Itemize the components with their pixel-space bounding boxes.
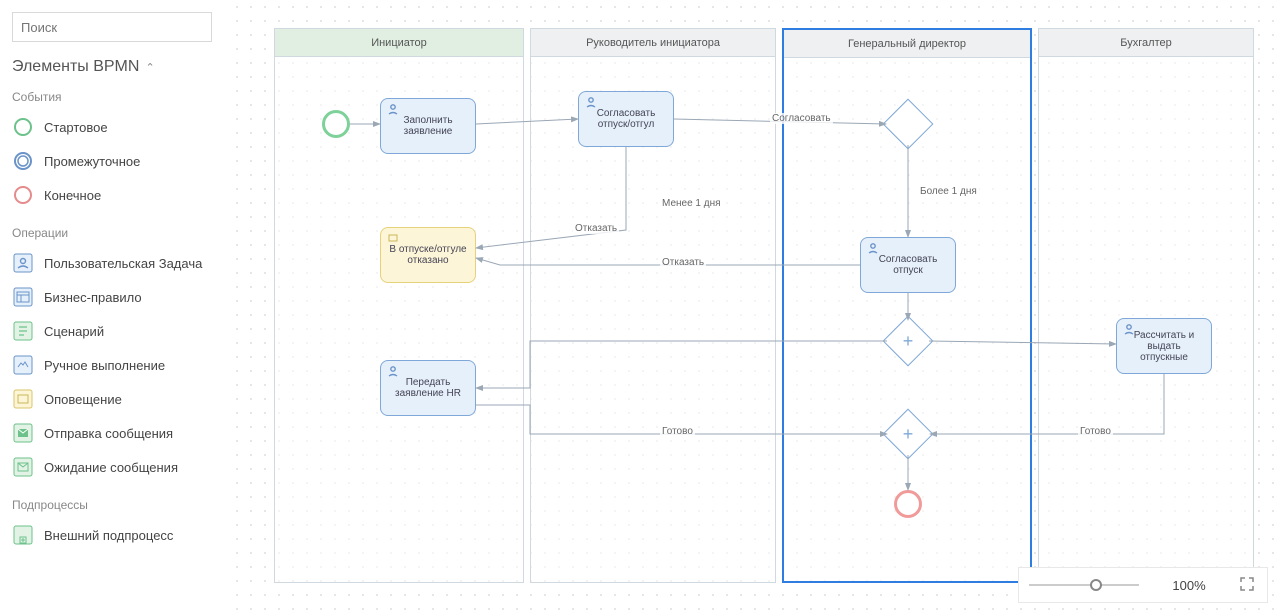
- palette-send-message[interactable]: Отправка сообщения: [12, 416, 218, 450]
- elements-panel-toggle[interactable]: Элементы BPMN ⌃: [12, 58, 218, 76]
- chevron-up-icon: ⌃: [145, 61, 154, 74]
- lane-header: Руководитель инициатора: [531, 29, 775, 57]
- zoom-thumb[interactable]: [1090, 579, 1102, 591]
- palette-end-event[interactable]: Конечное: [12, 178, 218, 212]
- edge-label-deny-1: Отказать: [573, 223, 619, 234]
- palette-item-label: Ожидание сообщения: [44, 460, 178, 475]
- user-icon: [867, 242, 879, 257]
- zoom-bar: 100%: [1018, 567, 1268, 603]
- panel-title-label: Элементы BPMN: [12, 58, 139, 76]
- alert-icon: [387, 232, 399, 247]
- subprocess-icon: [12, 524, 34, 546]
- end-event[interactable]: [894, 490, 922, 518]
- script-icon: [12, 320, 34, 342]
- palette-item-label: Оповещение: [44, 392, 122, 407]
- palette-item-label: Стартовое: [44, 120, 108, 135]
- user-icon: [1123, 323, 1135, 338]
- lane-accountant[interactable]: Бухгалтер: [1038, 28, 1254, 583]
- send-message-icon: [12, 422, 34, 444]
- palette-start-event[interactable]: Стартовое: [12, 110, 218, 144]
- edge-label-done-1: Готово: [660, 426, 695, 437]
- zoom-label: 100%: [1155, 578, 1223, 593]
- plus-icon: +: [891, 324, 925, 358]
- start-event[interactable]: [322, 110, 350, 138]
- fullscreen-icon[interactable]: [1239, 576, 1257, 594]
- lane-header: Генеральный директор: [784, 30, 1030, 58]
- plus-icon: +: [891, 417, 925, 451]
- manual-icon: [12, 354, 34, 376]
- receive-message-icon: [12, 456, 34, 478]
- edge-label-more-1-day: Более 1 дня: [918, 186, 979, 197]
- palette-item-label: Отправка сообщения: [44, 426, 173, 441]
- user-task-icon: [12, 252, 34, 274]
- lane-header: Бухгалтер: [1039, 29, 1253, 57]
- palette-item-label: Бизнес-правило: [44, 290, 142, 305]
- group-label-ops: Операции: [12, 226, 218, 240]
- palette-external-subprocess[interactable]: Внешний подпроцесс: [12, 518, 218, 552]
- search-input[interactable]: [12, 12, 212, 42]
- palette-item-label: Ручное выполнение: [44, 358, 165, 373]
- task-approve-leave[interactable]: Согласовать отпуск/отгул: [578, 91, 674, 147]
- edge-label-done-2: Готово: [1078, 426, 1113, 437]
- palette-script[interactable]: Сценарий: [12, 314, 218, 348]
- palette-item-label: Пользовательская Задача: [44, 256, 202, 271]
- task-label: Рассчитать и выдать отпускные: [1123, 330, 1205, 363]
- user-icon: [387, 103, 399, 118]
- edge-label-approve: Согласовать: [770, 113, 833, 124]
- palette-alert[interactable]: Оповещение: [12, 382, 218, 416]
- edge-label-deny-2: Отказать: [660, 257, 706, 268]
- task-calculate-pay[interactable]: Рассчитать и выдать отпускные: [1116, 318, 1212, 374]
- task-hr[interactable]: Передать заявление HR: [380, 360, 476, 416]
- diagram-canvas[interactable]: Инициатор Руководитель инициатора Генера…: [230, 0, 1280, 613]
- task-label: В отпуске/отгуле отказано: [387, 244, 469, 266]
- alert-icon: [12, 388, 34, 410]
- palette-item-label: Промежуточное: [44, 154, 140, 169]
- palette-business-rule[interactable]: Бизнес-правило: [12, 280, 218, 314]
- intermediate-event-icon: [12, 150, 34, 172]
- palette-item-label: Внешний подпроцесс: [44, 528, 173, 543]
- zoom-slider[interactable]: [1029, 584, 1139, 586]
- palette-manual[interactable]: Ручное выполнение: [12, 348, 218, 382]
- task-fill-application[interactable]: Заполнить заявление: [380, 98, 476, 154]
- task-label: Согласовать отпуск/отгул: [585, 108, 667, 130]
- start-event-icon: [12, 116, 34, 138]
- task-approve-vacation[interactable]: Согласовать отпуск: [860, 237, 956, 293]
- end-event-icon: [12, 184, 34, 206]
- group-label-sub: Подпроцессы: [12, 498, 218, 512]
- user-icon: [585, 96, 597, 111]
- palette-intermediate-event[interactable]: Промежуточное: [12, 144, 218, 178]
- task-label: Заполнить заявление: [387, 115, 469, 137]
- sidebar: Элементы BPMN ⌃ События Стартовое Промеж…: [0, 0, 230, 613]
- palette-item-label: Конечное: [44, 188, 101, 203]
- edge-label-less-1-day: Менее 1 дня: [660, 198, 723, 209]
- palette-receive-message[interactable]: Ожидание сообщения: [12, 450, 218, 484]
- group-label-events: События: [12, 90, 218, 104]
- task-denied[interactable]: В отпуске/отгуле отказано: [380, 227, 476, 283]
- user-icon: [387, 365, 399, 380]
- palette-item-label: Сценарий: [44, 324, 104, 339]
- palette-user-task[interactable]: Пользовательская Задача: [12, 246, 218, 280]
- task-label: Передать заявление HR: [387, 377, 469, 399]
- task-label: Согласовать отпуск: [867, 254, 949, 276]
- business-rule-icon: [12, 286, 34, 308]
- lane-header: Инициатор: [275, 29, 523, 57]
